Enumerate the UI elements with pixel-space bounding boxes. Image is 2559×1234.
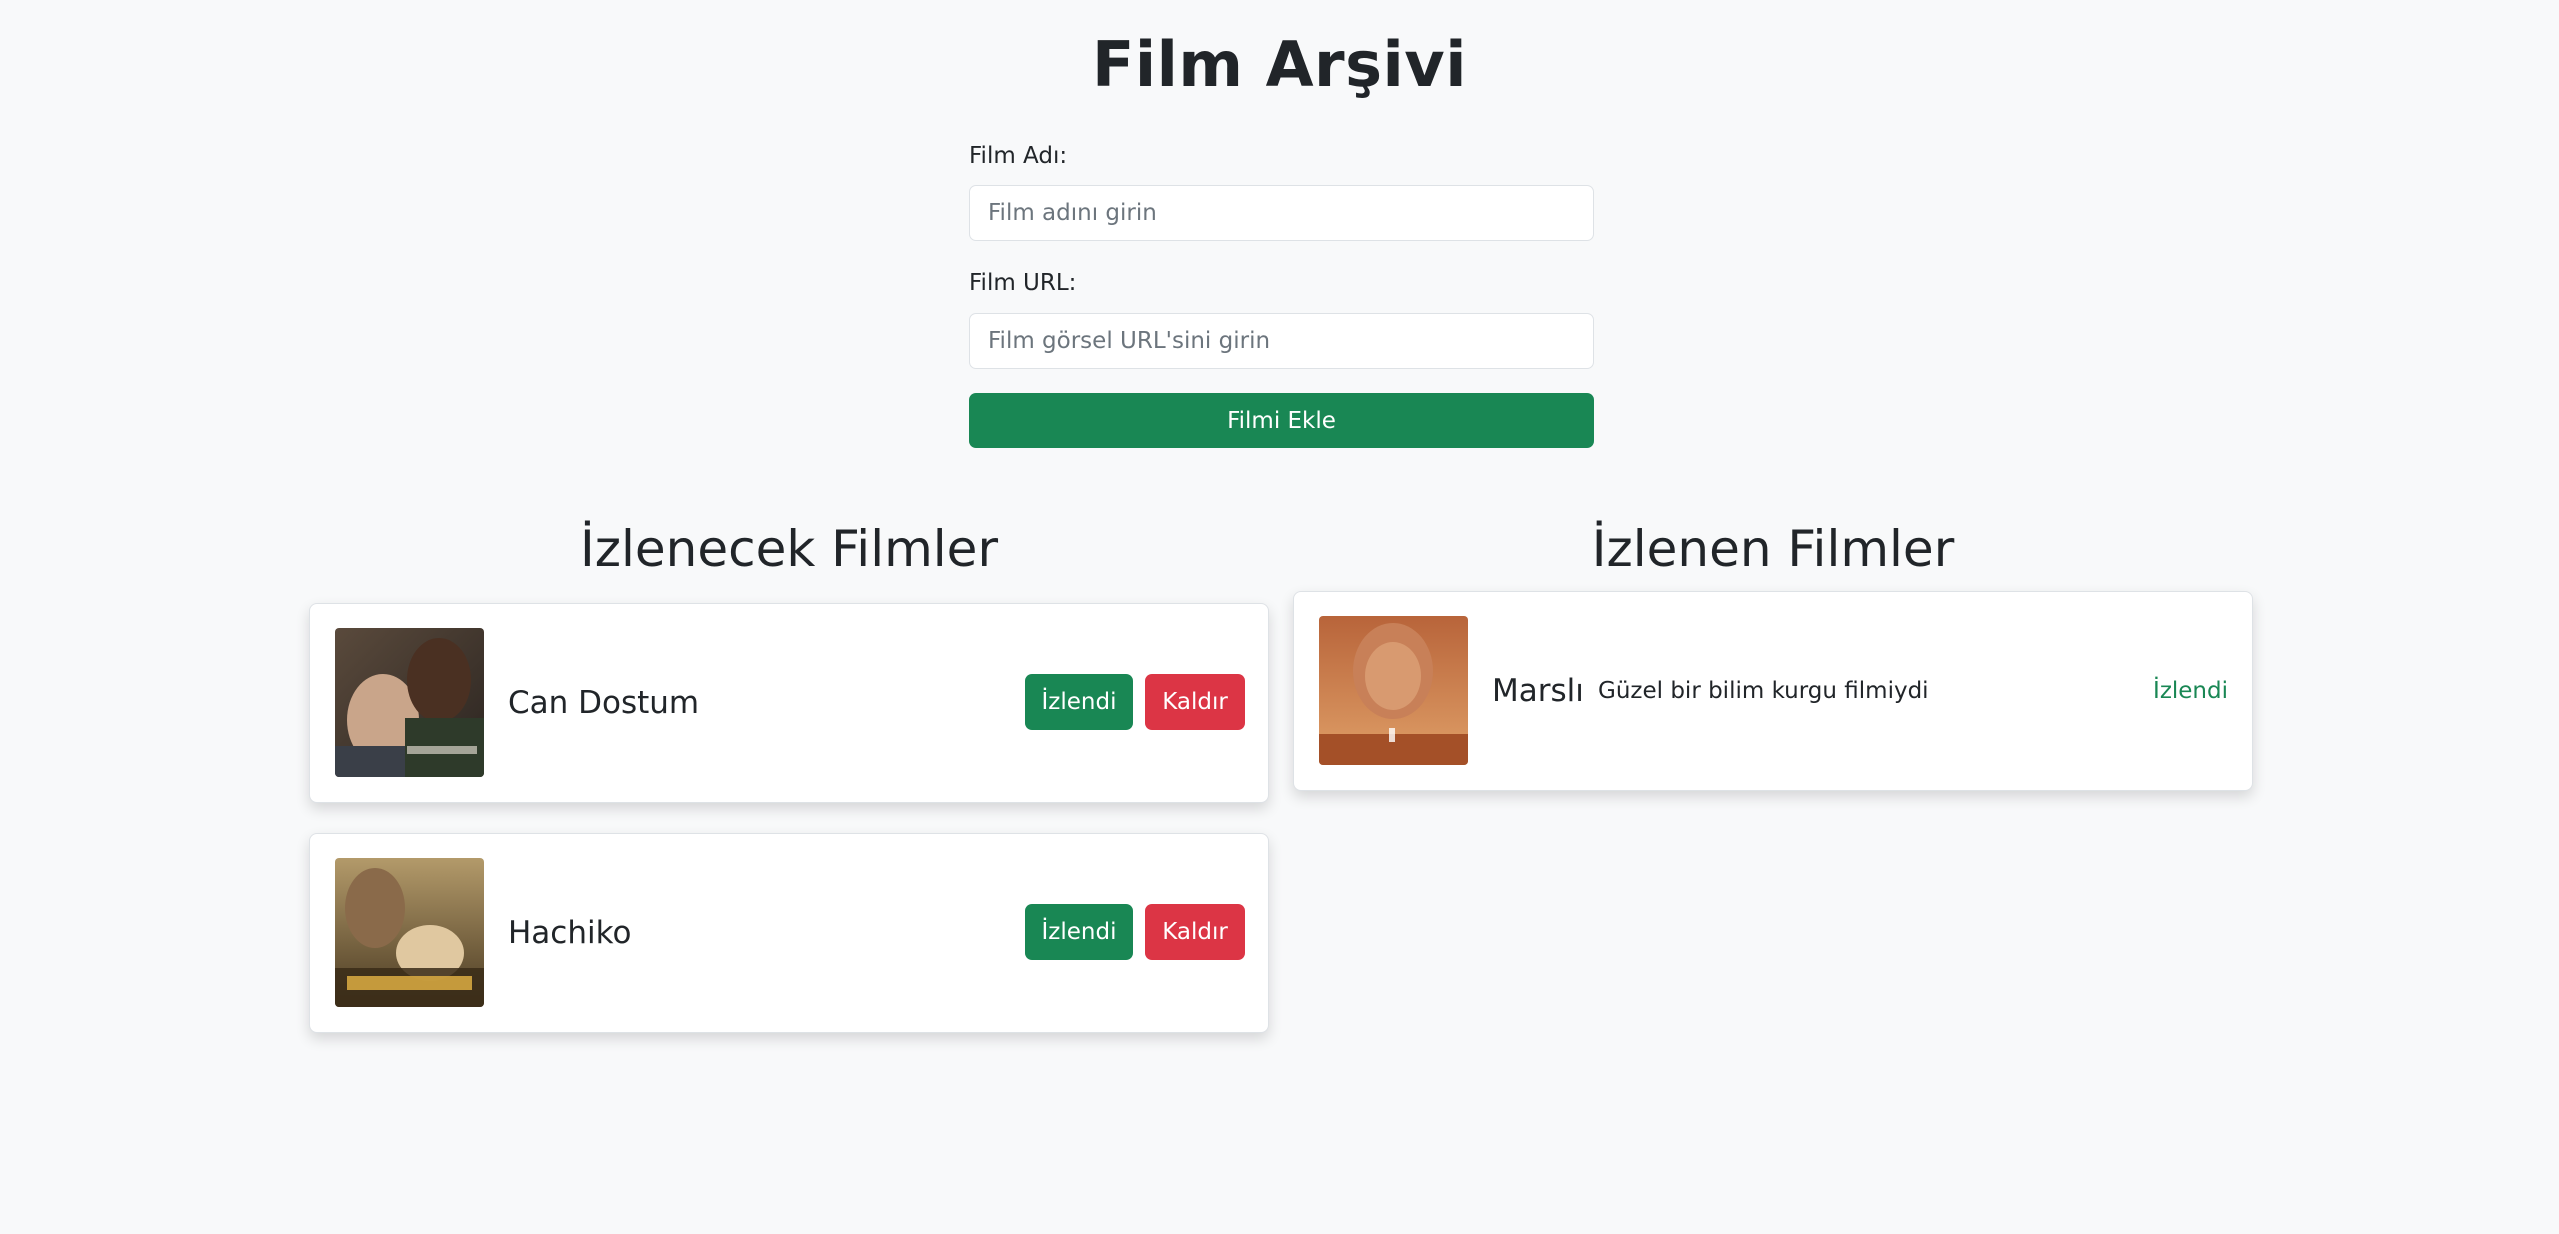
page-title: Film Arşivi	[1092, 28, 1467, 101]
mark-watched-button[interactable]: İzlendi	[1025, 904, 1133, 960]
movie-poster-image	[335, 628, 484, 777]
watched-status-link[interactable]: İzlendi	[2153, 592, 2228, 790]
movie-title: Marslı	[1492, 673, 1584, 709]
remove-button[interactable]: Kaldır	[1145, 674, 1245, 730]
watched-card: Marslı Güzel bir bilim kurgu filmiydi İz…	[1293, 591, 2253, 791]
mark-watched-button[interactable]: İzlendi	[1025, 674, 1133, 730]
to-watch-title: İzlenecek Filmler	[579, 520, 999, 578]
movie-title: Hachiko	[508, 915, 632, 951]
movie-title: Can Dostum	[508, 685, 700, 721]
to-watch-card: Hachiko İzlendi Kaldır	[309, 833, 1269, 1033]
film-url-label: Film URL:	[969, 270, 1077, 296]
movie-poster-image	[335, 858, 484, 1007]
film-url-input[interactable]	[969, 313, 1594, 369]
remove-button[interactable]: Kaldır	[1145, 904, 1245, 960]
watched-title: İzlenen Filmler	[1591, 520, 1955, 578]
to-watch-card: Can Dostum İzlendi Kaldır	[309, 603, 1269, 803]
film-name-input[interactable]	[969, 185, 1594, 241]
movie-poster-image	[1319, 616, 1468, 765]
film-name-label: Film Adı:	[969, 143, 1068, 169]
movie-note: Güzel bir bilim kurgu filmiydi	[1598, 678, 1929, 704]
add-movie-button[interactable]: Filmi Ekle	[969, 393, 1594, 448]
